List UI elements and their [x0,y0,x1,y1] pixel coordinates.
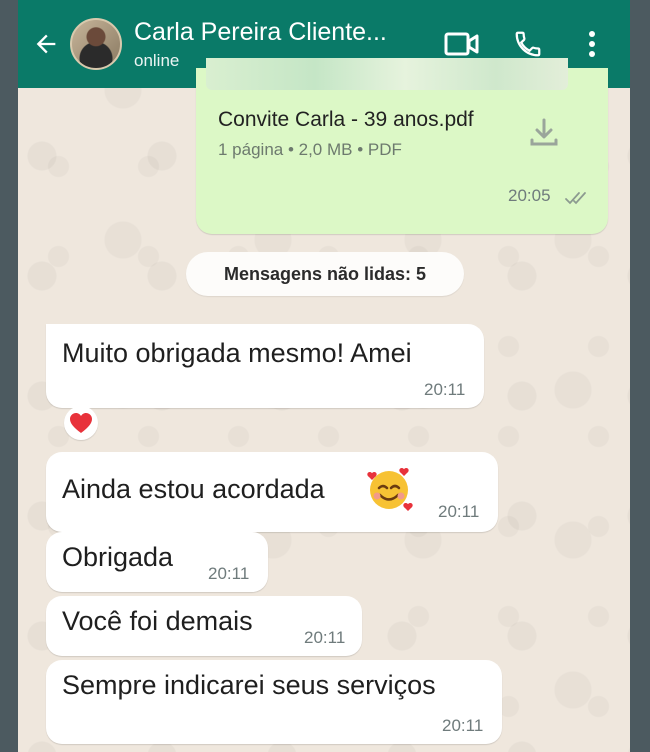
message-list[interactable]: Convite Carla - 39 anos.pdf 1 página • 2… [18,58,630,752]
message-time: 20:11 [424,380,466,399]
message-bubble[interactable]: Obrigada 20:11 [46,532,268,592]
smiling-face-with-hearts-emoji [367,467,413,511]
double-check-icon [565,192,586,205]
message-time: 20:11 [438,502,480,521]
message-bubble[interactable]: Sempre indicarei seus serviços 20:11 [46,660,502,744]
download-icon[interactable] [526,114,562,150]
message-time: 20:11 [442,716,484,735]
unread-messages-divider: Mensagens não lidas: 5 [186,252,464,296]
back-button[interactable] [26,24,66,64]
message-time: 20:11 [208,564,250,583]
message-text: Muito obrigada mesmo! Amei [62,338,412,368]
arrow-left-icon [36,34,56,54]
file-name: Convite Carla - 39 anos.pdf [218,108,474,131]
avatar[interactable] [70,18,122,70]
more-options-button[interactable] [568,20,616,68]
phone-icon [515,31,541,57]
chat-app: Carla Pereira Cliente... online Convite … [18,0,630,752]
more-vert-icon [589,31,595,57]
message-bubble[interactable]: Você foi demais 20:11 [46,596,362,656]
file-message[interactable]: Convite Carla - 39 anos.pdf 1 página • 2… [196,58,608,234]
message-time: 20:05 [508,186,551,205]
file-preview-thumbnail[interactable] [206,58,568,90]
message-time: 20:11 [304,628,346,647]
heart-icon [70,413,92,433]
message-text: Obrigada [62,542,174,572]
message-bubble[interactable]: Muito obrigada mesmo! Amei 20:11 [46,324,484,408]
heart-reaction[interactable] [64,406,98,440]
contact-name: Carla Pereira Cliente... [134,17,387,46]
message-bubble[interactable]: Ainda estou acordada 20:11 [46,452,498,532]
file-meta: 1 página • 2,0 MB • PDF [218,140,402,159]
message-text: Ainda estou acordada [62,474,325,504]
message-text: Sempre indicarei seus serviços [62,670,436,700]
video-call-icon [444,32,479,56]
message-text: Você foi demais [62,606,253,636]
